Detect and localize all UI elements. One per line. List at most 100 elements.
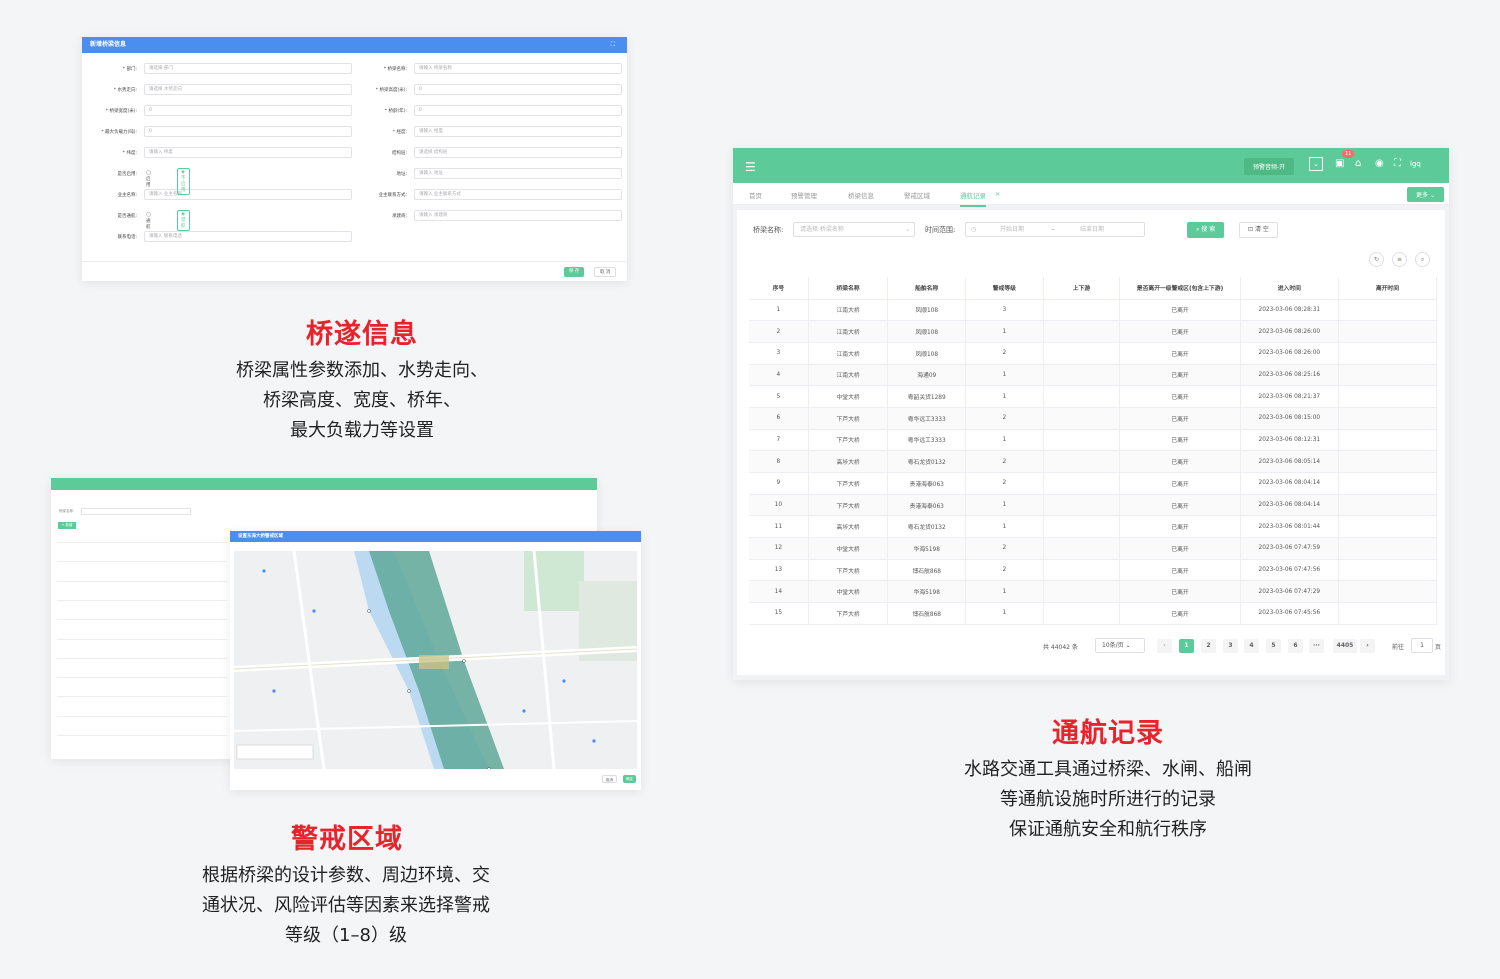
page-number-button[interactable]: 6 [1288, 639, 1303, 653]
zone-table-row[interactable] [57, 561, 227, 563]
search-button[interactable]: ⌕ 搜 索 [1187, 222, 1225, 238]
table-row[interactable]: 10 下芦大桥 贵港海泰063 1 已离开 2023-03-06 08:04:14 [749, 494, 1438, 517]
zone-table-row[interactable] [57, 735, 227, 736]
tab-bridge-info[interactable]: 桥梁信息 [848, 190, 874, 200]
form-field-input[interactable]: 请输入 经度 [414, 126, 622, 137]
table-row[interactable]: 6 下芦大桥 粤华远工3333 2 已离开 2023-03-06 08:15:00 [749, 407, 1438, 430]
table-row[interactable]: 5 中堂大桥 粤韶关货1289 1 已离开 2023-03-06 08:21:37 [749, 385, 1438, 408]
column-header[interactable]: 离开时间 [1338, 277, 1438, 300]
zone-table-row[interactable] [57, 599, 227, 601]
zone-table-row[interactable] [57, 542, 227, 543]
form-field-input[interactable]: 请输入 承建商 [414, 210, 622, 221]
zone-table-row[interactable] [57, 657, 227, 659]
fullscreen-icon[interactable]: ⛶ [1394, 158, 1401, 169]
radio-option-selected[interactable]: ◉ 禁航 [177, 210, 190, 231]
column-header[interactable]: 警戒等级 [965, 277, 1044, 300]
clear-button[interactable]: ⊡ 清 空 [1239, 222, 1278, 238]
form-field-input[interactable]: 0 [414, 84, 622, 95]
dropdown-square-icon[interactable]: ⌄ [1309, 157, 1323, 171]
pagination-ellipsis[interactable]: ··· [1309, 639, 1324, 653]
zone-table-row[interactable] [57, 619, 227, 621]
table-row[interactable]: 15 下芦大桥 博石航868 1 已离开 2023-03-06 07:45:56 [749, 602, 1438, 625]
more-tabs-button[interactable]: 更多 ⌄ [1407, 187, 1444, 202]
cancel-button[interactable]: 取 消 [594, 267, 617, 277]
column-settings-icon[interactable]: ≡ [1392, 252, 1407, 267]
column-header[interactable]: 桥梁名称 [808, 277, 889, 300]
form-field-input[interactable]: 请输入 联系电话 [144, 231, 352, 242]
zone-table-row[interactable] [57, 715, 227, 717]
table-cell: 已离开 [1119, 429, 1241, 452]
table-row[interactable]: 2 江南大桥 凤顺108 1 已离开 2023-03-06 08:26:00 [749, 320, 1438, 343]
form-field-input[interactable]: 请选择 部门 [144, 63, 352, 74]
radio-option-selected[interactable]: ◉ 不启用 [177, 168, 190, 195]
form-field-input[interactable]: 请选择 水势走向 [144, 84, 352, 95]
table-row[interactable]: 14 中堂大桥 华海5198 1 已离开 2023-03-06 07:47:29 [749, 580, 1438, 604]
column-header[interactable]: 上下游 [1043, 277, 1121, 300]
date-range-picker[interactable]: ◷ 开始日期 - 结束日期 [965, 222, 1145, 237]
hamburger-menu-icon[interactable]: ☰ [745, 160, 756, 174]
zone-table-row[interactable] [57, 580, 227, 582]
eye-icon[interactable]: ◉ [1375, 158, 1384, 169]
page-number-button[interactable]: 4 [1244, 639, 1259, 653]
zone-add-button[interactable]: + 新增 [58, 522, 76, 529]
table-row[interactable]: 3 江南大桥 凤顺108 2 已离开 2023-03-06 08:26:00 [749, 342, 1438, 365]
alarm-audio-button[interactable]: 预警音频-开 [1244, 158, 1295, 175]
table-row[interactable]: 11 高埗大桥 粤石龙货0132 1 已离开 2023-03-06 08:01:44 [749, 515, 1438, 539]
next-page-button[interactable]: › [1360, 639, 1375, 653]
map-canvas[interactable] [234, 551, 637, 769]
expand-icon[interactable]: ⛶ [611, 37, 615, 53]
table-row[interactable]: 12 中堂大桥 华海5198 2 已离开 2023-03-06 07:47:59 [749, 537, 1438, 560]
table-row[interactable]: 13 下芦大桥 博石航868 2 已离开 2023-03-06 07:47:56 [749, 559, 1438, 582]
tab-alert-zone[interactable]: 警戒区域 [904, 190, 930, 200]
zone-filter-input[interactable] [81, 508, 191, 515]
form-field-input[interactable]: 0 [144, 105, 352, 116]
tab-close-icon[interactable]: × [995, 190, 1000, 198]
form-field-input[interactable]: 请输入 桥梁名称 [414, 63, 622, 74]
save-button[interactable]: 保 存 [564, 267, 585, 277]
table-row[interactable]: 8 高埗大桥 粤石龙货0132 2 已离开 2023-03-06 08:05:14 [749, 450, 1438, 473]
page-number-button[interactable]: 1 [1179, 639, 1194, 653]
bell-icon[interactable]: ▣ [1335, 158, 1344, 169]
page-number-button[interactable]: 4405 [1333, 639, 1357, 653]
column-header[interactable]: 是否离开一级警戒区(包含上下游) [1119, 277, 1241, 300]
table-row[interactable]: 9 下芦大桥 贵港海泰063 2 已离开 2023-03-06 08:04:14 [749, 472, 1438, 495]
radio-option[interactable]: 通航 [146, 212, 153, 230]
form-field-input[interactable]: 0 [414, 105, 622, 116]
table-cell: 6 [749, 407, 809, 430]
refresh-icon[interactable]: ↻ [1369, 252, 1384, 267]
form-field-input[interactable]: 0 [144, 126, 352, 137]
form-field-input[interactable]: 请选择 结构层 [414, 147, 622, 158]
form-field-input[interactable]: 请输入 纬度 [144, 147, 352, 158]
column-header[interactable]: 序号 [749, 277, 809, 300]
form-field-input[interactable]: 请输入 业主名称 [144, 189, 352, 200]
zone-table-row[interactable] [57, 677, 227, 679]
table-cell: 9 [749, 472, 809, 495]
zone-table-row[interactable] [57, 696, 227, 698]
lock-icon[interactable]: ⌂ [1355, 158, 1361, 169]
alert-zone-map[interactable] [234, 551, 637, 769]
column-header[interactable]: 船舶名称 [887, 277, 967, 300]
goto-page-input[interactable]: 1 [1411, 638, 1433, 653]
tab-navigation-records[interactable]: 通航记录 [960, 190, 986, 207]
zone-confirm-button[interactable]: 确定 [623, 775, 636, 783]
prev-page-button[interactable]: ‹ [1157, 639, 1172, 653]
zone-cancel-button[interactable]: 取消 [602, 775, 617, 783]
form-field-input[interactable]: 请输入 业主联系方式 [414, 189, 622, 200]
page-size-select[interactable]: 10条/页 ⌄ [1095, 638, 1145, 653]
page-number-button[interactable]: 2 [1201, 639, 1216, 653]
table-row[interactable]: 4 江南大桥 海通09 1 已离开 2023-03-06 08:25:16 [749, 364, 1438, 387]
radio-option[interactable]: 启用 [146, 170, 153, 188]
page-number-button[interactable]: 5 [1266, 639, 1281, 653]
table-row[interactable]: 1 江南大桥 凤顺108 3 已离开 2023-03-06 08:28:31 [749, 299, 1438, 322]
form-field-label: 业主联系方式: [378, 193, 407, 198]
page-number-button[interactable]: 3 [1223, 639, 1238, 653]
tab-home[interactable]: 首页 [749, 190, 762, 200]
table-row[interactable]: 7 下芦大桥 粤华远工3333 1 已离开 2023-03-06 08:12:31 [749, 429, 1438, 452]
tab-alert-management[interactable]: 预警管理 [791, 190, 817, 200]
user-name[interactable]: lgq [1410, 160, 1421, 168]
form-field-input[interactable]: 请输入 地址 [414, 168, 622, 179]
zone-table-row[interactable] [57, 638, 227, 640]
column-header[interactable]: 进入时间 [1240, 277, 1339, 300]
bridge-filter-select[interactable]: 请选择 桥梁名称 ⌄ [793, 222, 915, 237]
search-toggle-icon[interactable]: ⌕ [1415, 252, 1430, 267]
